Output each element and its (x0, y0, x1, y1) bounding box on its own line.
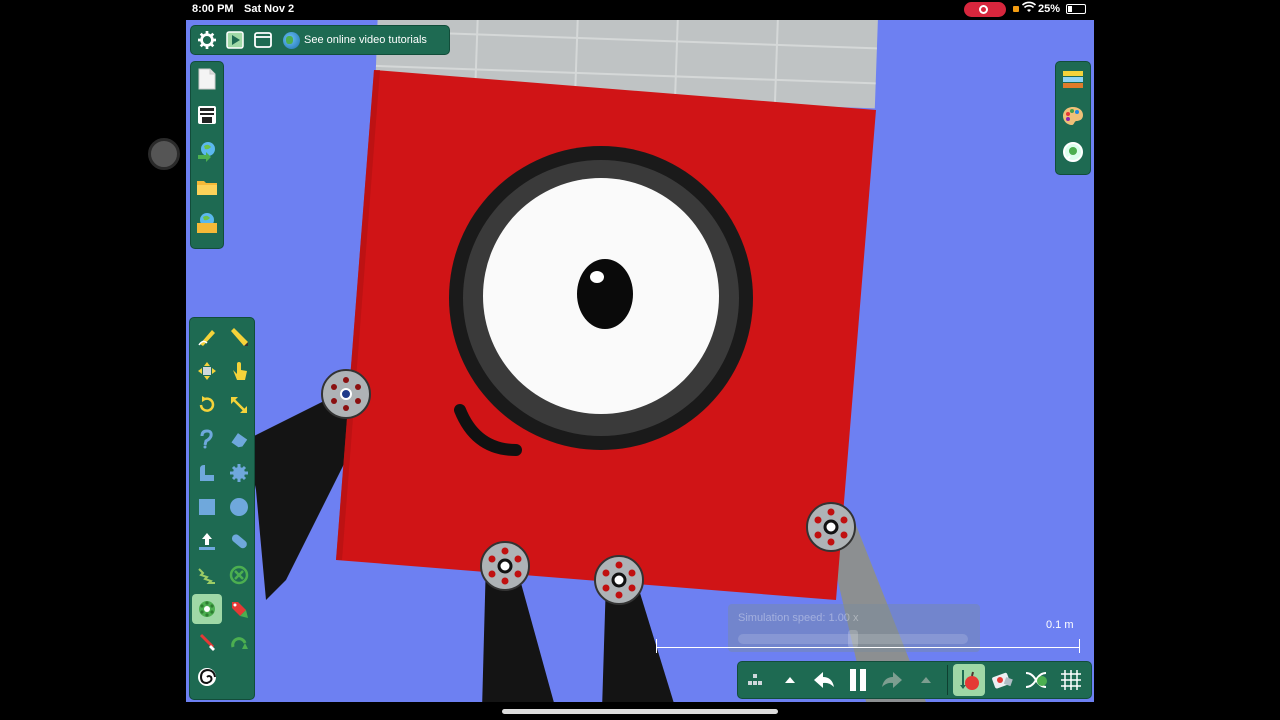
status-bar: 8:00 PM Sat Nov 2 25% (0, 0, 1280, 20)
camera-follow-icon[interactable] (1021, 664, 1053, 696)
simulation-speed-value: 1.00 (828, 612, 850, 624)
spring-icon[interactable] (192, 560, 222, 590)
tools-panel (189, 317, 255, 700)
simulation-speed-suffix: x (853, 612, 859, 624)
chevron-up-icon[interactable] (910, 664, 942, 696)
hinge-icon[interactable] (192, 594, 222, 624)
battery-percent: 25% (1038, 3, 1061, 15)
spline-icon[interactable] (192, 458, 222, 488)
pause-icon[interactable] (842, 664, 874, 696)
globe-icon (283, 31, 300, 49)
tracer-icon[interactable] (224, 594, 254, 624)
toolbar-separator (947, 665, 948, 695)
status-date: Sat Nov 2 (244, 3, 295, 15)
left-arm (246, 390, 356, 600)
eraser-icon[interactable] (224, 424, 254, 454)
zoom-to-fit-icon[interactable] (1059, 138, 1087, 166)
grid-dots-icon[interactable] (740, 664, 772, 696)
window-icon[interactable] (249, 26, 277, 54)
circle-icon[interactable] (224, 492, 254, 522)
top-toolbar: See online video tutorials (190, 25, 450, 55)
joint-left-leg (480, 541, 530, 591)
layers-icon[interactable] (1059, 66, 1087, 94)
new-document-icon[interactable] (193, 65, 221, 93)
rotate-icon[interactable] (192, 390, 222, 420)
gear-icon[interactable] (193, 26, 221, 54)
file-panel (190, 61, 224, 249)
home-indicator[interactable] (502, 709, 778, 714)
palette-icon[interactable] (1059, 102, 1087, 130)
fixate-icon[interactable] (224, 560, 254, 590)
joint-right-arm (806, 502, 856, 552)
save-icon[interactable] (193, 101, 221, 129)
simulation-canvas[interactable] (186, 20, 1094, 702)
tutorials-link[interactable]: See online video tutorials (283, 31, 427, 49)
gear-shape-icon[interactable] (224, 458, 254, 488)
wifi-icon (1021, 1, 1037, 16)
bottom-toolbar (737, 661, 1092, 699)
scale-icon[interactable] (224, 390, 254, 420)
tutorials-link-label: See online video tutorials (304, 34, 427, 46)
chevron-up-icon[interactable] (774, 664, 806, 696)
thruster-icon[interactable] (192, 526, 222, 556)
undo-icon[interactable] (808, 664, 840, 696)
play-icon[interactable] (221, 26, 249, 54)
screen-record-icon[interactable] (964, 2, 1006, 17)
laser-icon[interactable] (192, 628, 222, 658)
scene-drawing (246, 20, 926, 702)
ipad-screen: 8:00 PM Sat Nov 2 25% See online video t… (0, 0, 1280, 720)
gravity-apple-icon[interactable] (953, 664, 985, 696)
status-time: 8:00 PM (192, 3, 234, 15)
grid-toggle-icon[interactable] (1055, 664, 1087, 696)
right-panel (1055, 61, 1091, 175)
box-icon[interactable] (192, 492, 222, 522)
privacy-indicator-icon (1013, 6, 1019, 12)
battery-icon (1066, 4, 1086, 14)
redo-icon[interactable] (876, 664, 908, 696)
rope-icon[interactable] (192, 424, 222, 454)
battery-level (1068, 6, 1072, 12)
scale-label: 0.1 m (1046, 619, 1074, 631)
save-web-icon[interactable] (193, 209, 221, 237)
simulation-speed-label: Simulation speed: (738, 612, 826, 624)
spiral-icon[interactable] (192, 662, 222, 692)
scale-bar (656, 634, 1080, 653)
attach-icon[interactable] (224, 628, 254, 658)
drag-hand-icon[interactable] (224, 356, 254, 386)
open-folder-icon[interactable] (193, 173, 221, 201)
joint-left-arm (321, 369, 371, 419)
joint-right-leg (594, 555, 644, 605)
assistive-touch-button[interactable] (148, 138, 180, 170)
pupil (577, 259, 633, 329)
capsule-icon[interactable] (224, 526, 254, 556)
collision-icon[interactable] (987, 664, 1019, 696)
pencil-icon[interactable] (224, 322, 254, 352)
move-icon[interactable] (192, 356, 222, 386)
open-web-icon[interactable] (193, 137, 221, 165)
sketch-icon[interactable] (192, 322, 222, 352)
